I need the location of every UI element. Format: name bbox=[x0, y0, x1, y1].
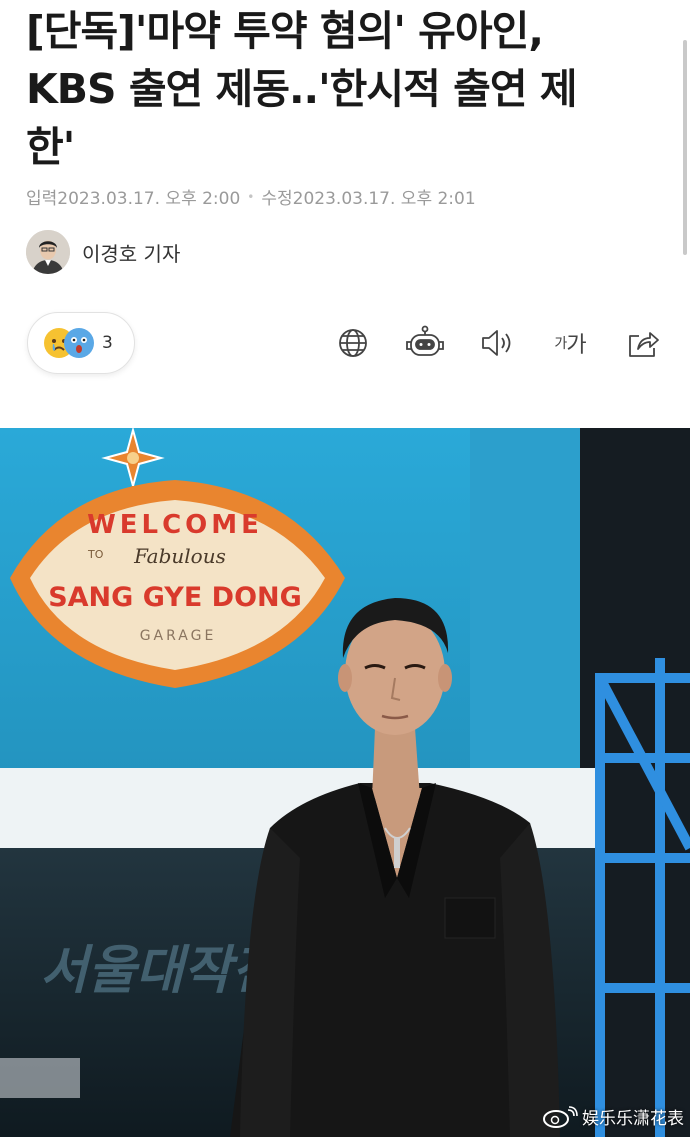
speaker-icon[interactable] bbox=[474, 320, 520, 366]
sign-fabulous: Fabulous bbox=[133, 544, 226, 568]
author-byline[interactable]: 이경호 기자 bbox=[26, 230, 180, 274]
headline-line-2: KBS 출연 제동..'한시적 출연 제 bbox=[26, 65, 578, 113]
article-photo[interactable]: WELCOME TO Fabulous SANG GYE DONG GARAGE… bbox=[0, 428, 690, 1137]
weibo-icon bbox=[542, 1105, 578, 1128]
robot-icon[interactable] bbox=[402, 320, 448, 366]
sign-welcome: WELCOME bbox=[87, 510, 263, 540]
input-label: 입력 bbox=[26, 189, 58, 209]
watermark: 娱乐乐潇花表 bbox=[542, 1104, 684, 1129]
share-icon[interactable] bbox=[620, 320, 666, 366]
article-meta: 입력 2023.03.17. 오후 2:00 • 수정 2023.03.17. … bbox=[26, 184, 476, 209]
scrollbar[interactable] bbox=[683, 40, 687, 255]
headline-line-1: [단독]'마약 투약 혐의' 유아인, bbox=[26, 7, 544, 55]
headline-line-3: 한' bbox=[26, 123, 75, 171]
sign-garage: GARAGE bbox=[140, 628, 217, 644]
article-headline: [단독]'마약 투약 혐의' 유아인, KBS 출연 제동..'한시적 출연 제… bbox=[26, 2, 676, 176]
article-toolbar: 가가 bbox=[0, 320, 690, 366]
avatar[interactable] bbox=[26, 230, 70, 274]
edit-label: 수정 bbox=[261, 189, 293, 209]
author-name[interactable]: 이경호 기자 bbox=[82, 238, 180, 267]
sign-to: TO bbox=[87, 548, 104, 561]
watermark-text: 娱乐乐潇花表 bbox=[582, 1109, 684, 1129]
meta-separator: • bbox=[247, 189, 255, 204]
font-small-label: 가 bbox=[554, 336, 567, 352]
font-large-label: 가 bbox=[566, 333, 586, 358]
font-size-icon[interactable]: 가가 bbox=[546, 320, 594, 366]
globe-icon[interactable] bbox=[330, 320, 376, 366]
input-date: 2023.03.17. 오후 2:00 bbox=[57, 189, 241, 209]
edit-date: 2023.03.17. 오후 2:01 bbox=[292, 189, 476, 209]
sign-name: SANG GYE DONG bbox=[48, 582, 302, 613]
